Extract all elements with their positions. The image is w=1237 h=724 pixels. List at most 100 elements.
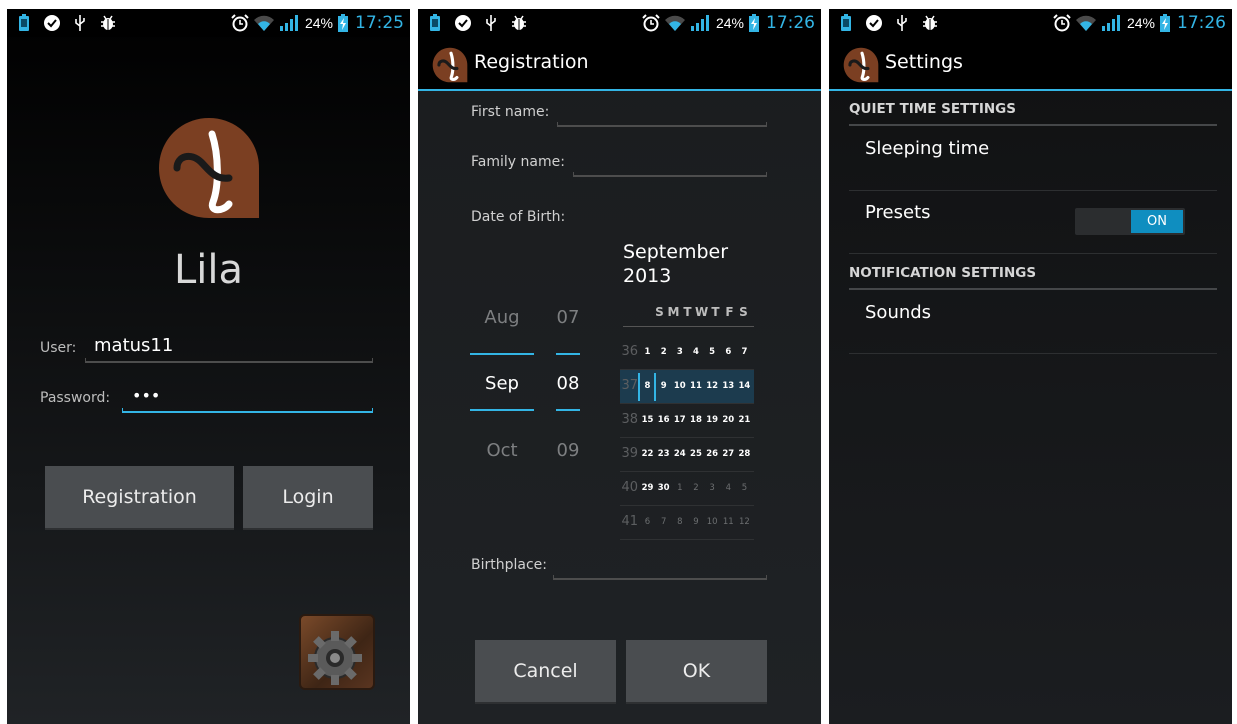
calendar-day[interactable]: 7 <box>737 347 752 357</box>
calendar-day[interactable]: 26 <box>705 449 720 459</box>
calendar-day-other-month[interactable]: 9 <box>688 517 703 527</box>
debug-bug-icon <box>923 15 937 30</box>
calendar-day[interactable]: 27 <box>721 449 736 459</box>
battery-notification-icon <box>430 14 440 31</box>
calendar-day[interactable]: 10 <box>672 381 687 391</box>
calendar-day-other-month[interactable]: 2 <box>688 483 703 493</box>
app-logo-icon[interactable] <box>843 47 879 83</box>
calendar-day-selected[interactable]: 8 <box>640 381 655 391</box>
battery-percent: 24% <box>715 15 744 31</box>
calendar-day[interactable]: 29 <box>640 483 655 493</box>
calendar-day-other-month[interactable]: 1 <box>672 483 687 493</box>
calendar-day[interactable]: 14 <box>737 381 752 391</box>
calendar-day-other-month[interactable]: 7 <box>656 517 671 527</box>
month-next[interactable]: Oct <box>470 440 534 461</box>
calendar-day[interactable]: 6 <box>721 347 736 357</box>
calendar-day-other-month[interactable]: 5 <box>737 483 752 493</box>
calendar-day[interactable]: 17 <box>672 415 687 425</box>
usb-icon <box>75 15 85 31</box>
registration-button[interactable]: Registration <box>45 466 234 530</box>
weekday: M <box>667 305 680 319</box>
month-selected[interactable]: Sep <box>470 373 534 394</box>
calendar-day-other-month[interactable]: 8 <box>672 517 687 527</box>
calendar-day-other-month[interactable]: 6 <box>640 517 655 527</box>
family-name-label: Family name: <box>471 154 565 170</box>
settings-gear-button[interactable] <box>299 614 375 690</box>
calendar-day[interactable]: 20 <box>721 415 736 425</box>
calendar-day[interactable]: 16 <box>656 415 671 425</box>
week-number: 38 <box>621 412 638 427</box>
password-input-underline <box>122 408 373 413</box>
presets-toggle-on: ON <box>1131 210 1183 233</box>
calendar-week-row: 39 22 23 24 25 26 27 28 <box>620 438 754 472</box>
calendar-day[interactable]: 15 <box>640 415 655 425</box>
calendar-day[interactable]: 23 <box>656 449 671 459</box>
calendar-year: 2013 <box>623 265 672 287</box>
calendar-day-other-month[interactable]: 10 <box>705 517 720 527</box>
calendar-day[interactable]: 1 <box>640 347 655 357</box>
battery-percent: 24% <box>304 15 333 31</box>
day-prev[interactable]: 07 <box>554 307 582 328</box>
settings-screen: 24% 17:26 Settings QUIET TIME SETTINGS S… <box>829 9 1232 724</box>
first-name-input[interactable] <box>557 122 767 127</box>
day-picker-divider <box>556 353 580 355</box>
status-bar: 24% 17:26 <box>829 9 1232 37</box>
calendar-day-other-month[interactable]: 12 <box>737 517 752 527</box>
battery-notification-icon <box>19 14 29 31</box>
birthplace-input[interactable] <box>553 575 767 580</box>
alarm-icon <box>231 14 249 32</box>
password-input[interactable]: ••• <box>132 386 160 405</box>
day-picker[interactable]: 07 08 09 <box>554 299 582 469</box>
day-selected[interactable]: 08 <box>554 373 582 394</box>
password-label: Password: <box>40 390 111 406</box>
day-picker-divider <box>556 409 580 411</box>
week-number: 37 <box>621 378 638 393</box>
calendar-day[interactable]: 18 <box>688 415 703 425</box>
calendar-day[interactable]: 22 <box>640 449 655 459</box>
registration-screen: 24% 17:26 Registration First name: Famil… <box>418 9 821 724</box>
wifi-icon <box>1075 15 1096 31</box>
calendar-day[interactable]: 21 <box>737 415 752 425</box>
calendar-day[interactable]: 30 <box>656 483 671 493</box>
calendar-day[interactable]: 9 <box>656 381 671 391</box>
month-prev[interactable]: Aug <box>470 307 534 328</box>
family-name-input[interactable] <box>573 172 767 177</box>
ok-button[interactable]: OK <box>626 640 767 704</box>
signal-icon <box>1101 15 1120 31</box>
calendar-day-other-month[interactable]: 4 <box>721 483 736 493</box>
action-bar: Registration <box>418 37 821 91</box>
weekday: F <box>725 305 734 319</box>
month-picker[interactable]: Aug Sep Oct <box>470 299 534 469</box>
user-input[interactable]: matus11 <box>94 335 173 356</box>
calendar-day[interactable]: 12 <box>705 381 720 391</box>
presets-pref[interactable]: Presets <box>865 202 931 223</box>
calendar-day[interactable]: 3 <box>672 347 687 357</box>
status-bar: 24% 17:25 <box>7 9 410 37</box>
app-logo-icon[interactable] <box>432 47 468 83</box>
calendar-day[interactable]: 5 <box>705 347 720 357</box>
lila-logo-icon <box>159 118 259 218</box>
calendar-day[interactable]: 28 <box>737 449 752 459</box>
calendar-day[interactable]: 25 <box>688 449 703 459</box>
calendar-day[interactable]: 4 <box>688 347 703 357</box>
calendar-day-other-month[interactable]: 11 <box>721 517 736 527</box>
month-picker-divider <box>470 353 534 355</box>
sleeping-time-pref[interactable]: Sleeping time <box>865 138 989 159</box>
selected-day-marker <box>654 373 656 401</box>
usb-icon <box>486 15 496 31</box>
calendar-day[interactable]: 13 <box>721 381 736 391</box>
day-next[interactable]: 09 <box>554 440 582 461</box>
sounds-pref[interactable]: Sounds <box>865 302 931 323</box>
usb-icon <box>897 15 907 31</box>
login-screen: 24% 17:25 Lila User: matus11 Password: •… <box>7 9 410 724</box>
calendar-day[interactable]: 19 <box>705 415 720 425</box>
calendar-day[interactable]: 11 <box>688 381 703 391</box>
cancel-button[interactable]: Cancel <box>475 640 616 704</box>
login-button[interactable]: Login <box>243 466 373 530</box>
calendar-day-other-month[interactable]: 3 <box>705 483 720 493</box>
calendar-day[interactable]: 24 <box>672 449 687 459</box>
presets-toggle[interactable]: ON <box>1075 208 1185 235</box>
check-icon <box>455 15 471 31</box>
calendar-day[interactable]: 2 <box>656 347 671 357</box>
calendar-month-title: September 2013 <box>623 240 728 288</box>
